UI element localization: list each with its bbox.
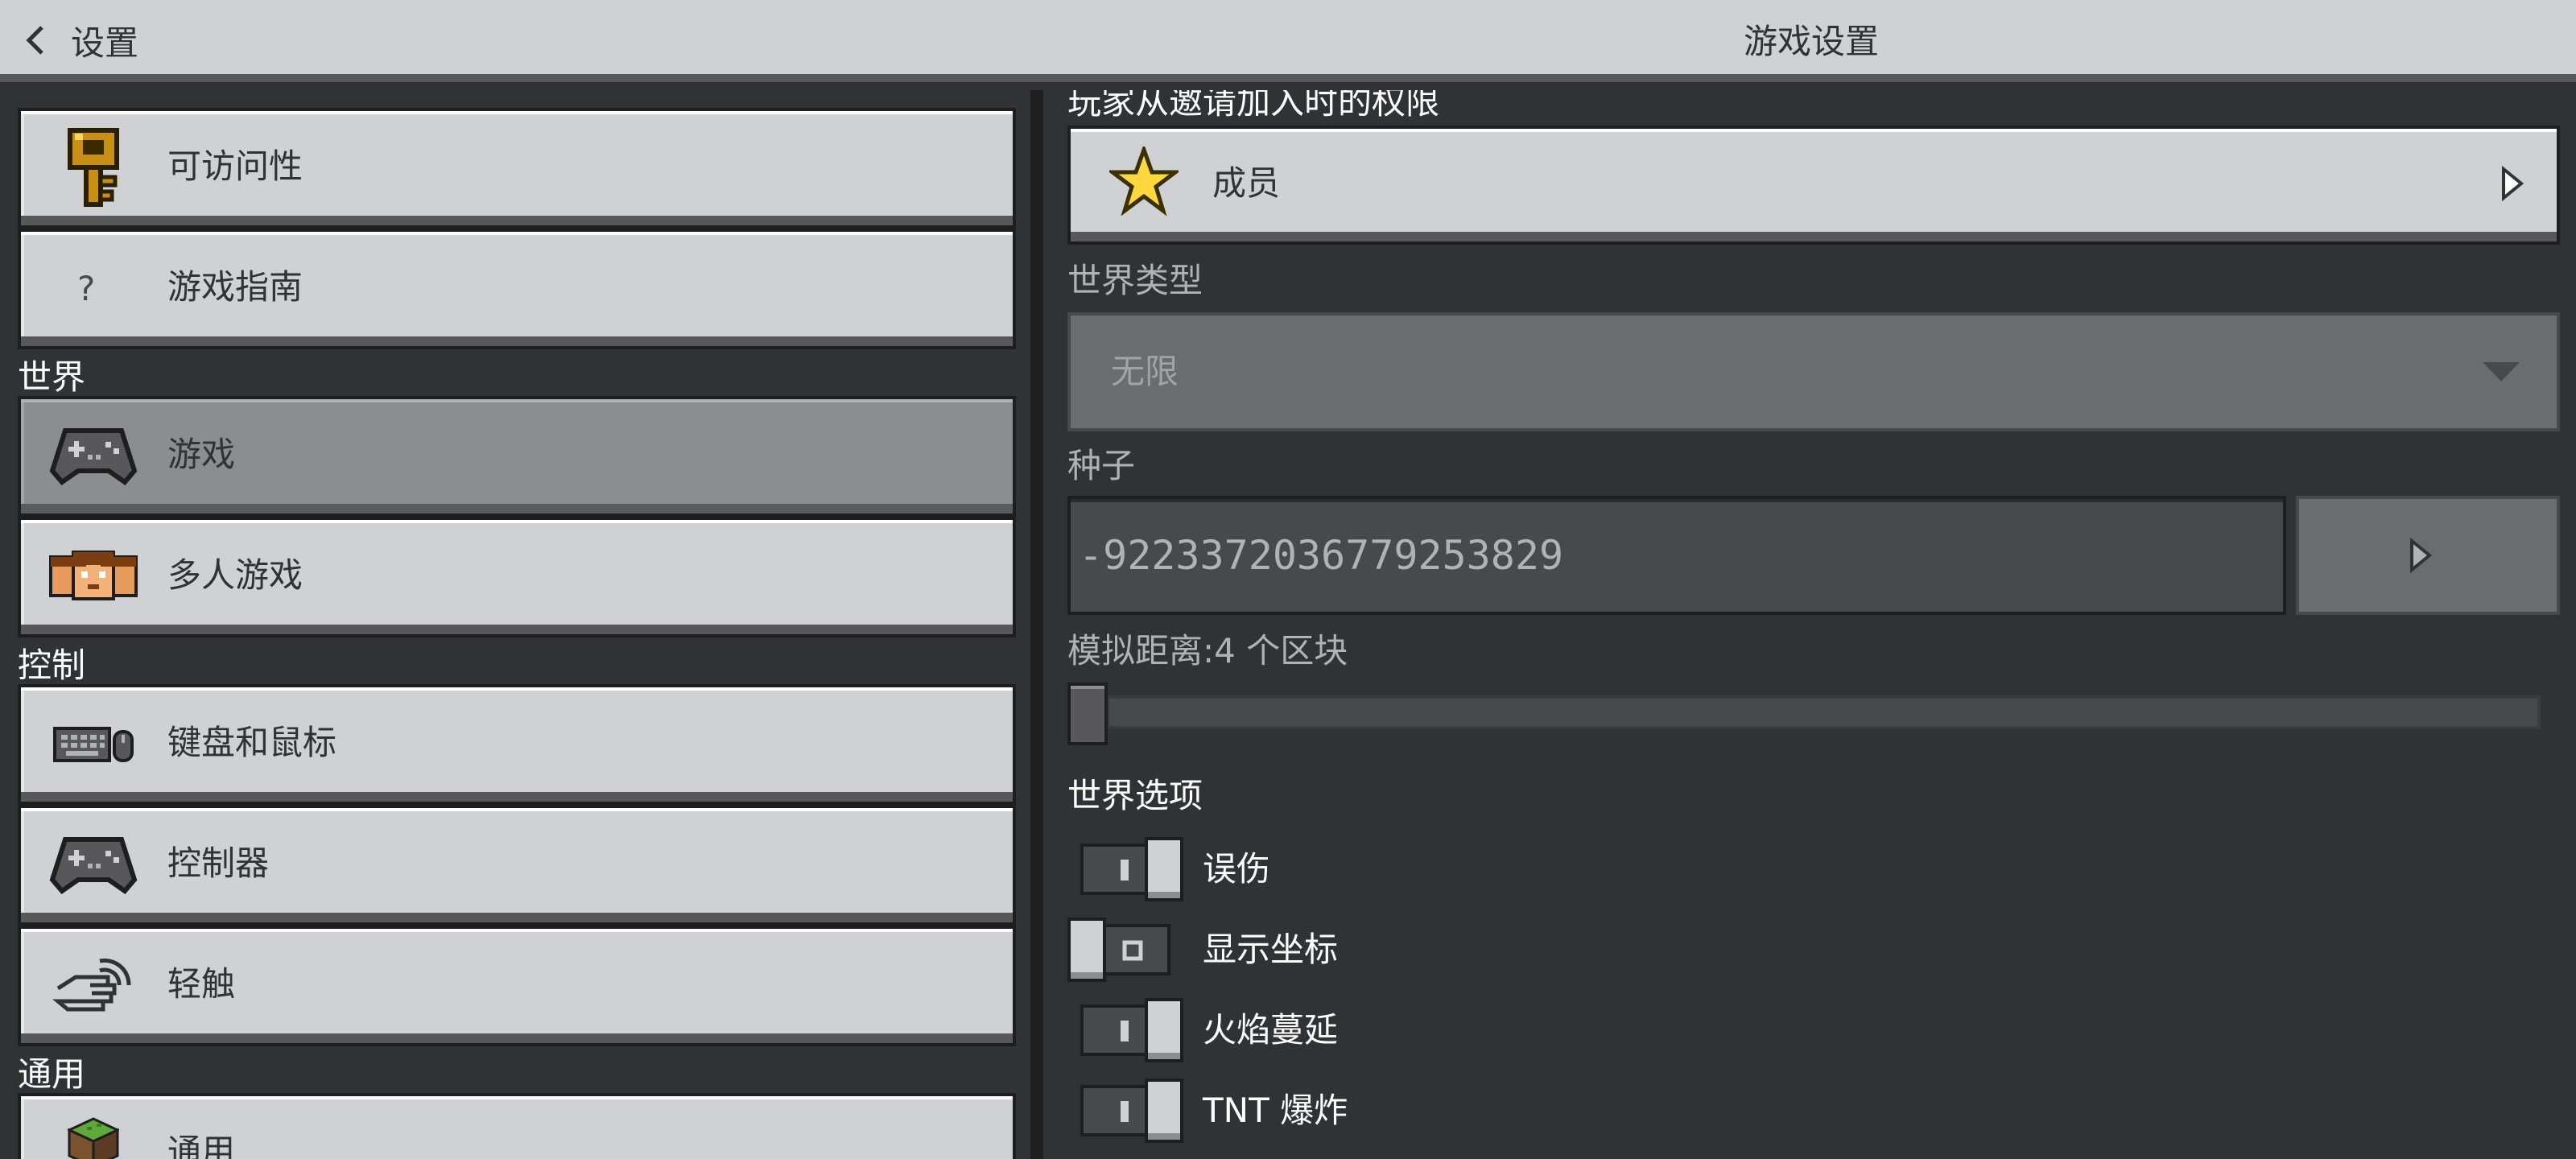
- simulation-distance-slider-handle[interactable]: [1067, 683, 1108, 745]
- invite-permission-button[interactable]: 成员: [1067, 126, 2560, 245]
- toggle-on-icon: [1121, 1021, 1129, 1041]
- seed-label: 种子: [1067, 446, 1136, 485]
- sidebar-item-controller[interactable]: 控制器: [18, 805, 1016, 926]
- sidebar-item-label: 游戏指南: [167, 267, 303, 307]
- seed-input[interactable]: -9223372036779253829: [1067, 496, 2286, 615]
- sidebar-item-label: 控制器: [167, 843, 270, 883]
- toggle-label: 火焰蔓延: [1203, 1010, 1339, 1050]
- star-icon: [1109, 146, 1179, 216]
- show-coordinates-toggle[interactable]: [1067, 918, 1180, 982]
- key-icon: [45, 127, 142, 208]
- world-options-label: 世界选项: [1067, 776, 1203, 815]
- sidebar-item-accessibility[interactable]: 可访问性: [18, 108, 1016, 229]
- arrow-right-icon: [2410, 538, 2433, 573]
- toggle-label: TNT 爆炸: [1203, 1091, 1348, 1130]
- section-heading-controls: 控制: [18, 645, 86, 685]
- players-icon: [45, 536, 142, 617]
- question-icon: ?: [77, 268, 96, 308]
- toggle-row-fire-spreads[interactable]: 火焰蔓延: [1067, 998, 1792, 1062]
- sidebar-item-game[interactable]: 游戏: [18, 396, 1016, 517]
- toggle-off-icon: [1122, 940, 1143, 961]
- back-button[interactable]: 设置: [24, 14, 138, 66]
- toggle-label: 显示坐标: [1203, 930, 1339, 969]
- sidebar-item-label: 键盘和鼠标: [167, 723, 337, 762]
- world-type-dropdown[interactable]: 无限: [1067, 312, 2560, 431]
- toggle-row-friendly-fire[interactable]: 误伤: [1067, 837, 1792, 901]
- chevron-left-icon: [26, 26, 43, 55]
- grass-block-icon: [45, 1112, 142, 1159]
- sidebar-item-label: 通用: [167, 1132, 236, 1159]
- sidebar-item-label: 游戏: [167, 435, 236, 474]
- section-heading-general: 通用: [18, 1054, 86, 1094]
- chevron-down-icon: [2483, 362, 2520, 382]
- controller-icon: [45, 824, 142, 905]
- column-divider: [1030, 90, 1043, 1159]
- game-settings-panel: 玩家从邀请加入时的权限 成员 世界类型 无限 种子 -9223372036779…: [1043, 90, 2576, 1159]
- world-type-value: 无限: [1111, 352, 1179, 391]
- back-label: 设置: [71, 23, 139, 63]
- sidebar-item-touch[interactable]: 轻触: [18, 926, 1016, 1046]
- toggle-on-icon: [1121, 1101, 1129, 1122]
- fire-spreads-toggle[interactable]: [1067, 998, 1183, 1062]
- world-type-label: 世界类型: [1067, 261, 1203, 300]
- sidebar-item-label: 可访问性: [167, 146, 303, 186]
- section-heading-world: 世界: [18, 357, 86, 397]
- settings-sidebar: 可访问性 ? 游戏指南 世界 游戏 多人游戏 控制 键盘和鼠标 控制器 轻触 通…: [0, 90, 1030, 1159]
- seed-options-button[interactable]: [2296, 496, 2560, 615]
- toggle-row-tnt-explodes[interactable]: TNT 爆炸: [1067, 1079, 1792, 1143]
- touch-icon: [45, 945, 142, 1025]
- invite-permission-value: 成员: [1212, 163, 1281, 203]
- page-title: 游戏设置: [1743, 22, 1879, 61]
- gamepad-icon: [45, 415, 142, 496]
- friendly-fire-toggle[interactable]: [1067, 837, 1183, 901]
- toggle-row-show-coordinates[interactable]: 显示坐标: [1067, 918, 1792, 982]
- arrow-right-icon: [2502, 166, 2524, 201]
- sidebar-item-label: 轻触: [167, 964, 236, 1004]
- toggle-label: 误伤: [1203, 849, 1271, 889]
- sidebar-item-general[interactable]: 通用: [18, 1093, 1016, 1159]
- invite-permission-label: 玩家从邀请加入时的权限: [1067, 90, 1440, 122]
- tnt-explodes-toggle[interactable]: [1067, 1079, 1183, 1143]
- sidebar-item-how-to-play[interactable]: ? 游戏指南: [18, 229, 1016, 349]
- simulation-distance-label: 模拟距离:4 个区块: [1067, 631, 1348, 670]
- sidebar-item-label: 多人游戏: [167, 555, 303, 595]
- keyboard-icon: [45, 703, 142, 784]
- sidebar-item-multiplayer[interactable]: 多人游戏: [18, 517, 1016, 637]
- toggle-on-icon: [1121, 860, 1129, 881]
- sidebar-item-keyboard-mouse[interactable]: 键盘和鼠标: [18, 684, 1016, 805]
- top-bar: 设置 游戏设置: [0, 0, 2576, 82]
- simulation-distance-slider[interactable]: [1106, 695, 2541, 729]
